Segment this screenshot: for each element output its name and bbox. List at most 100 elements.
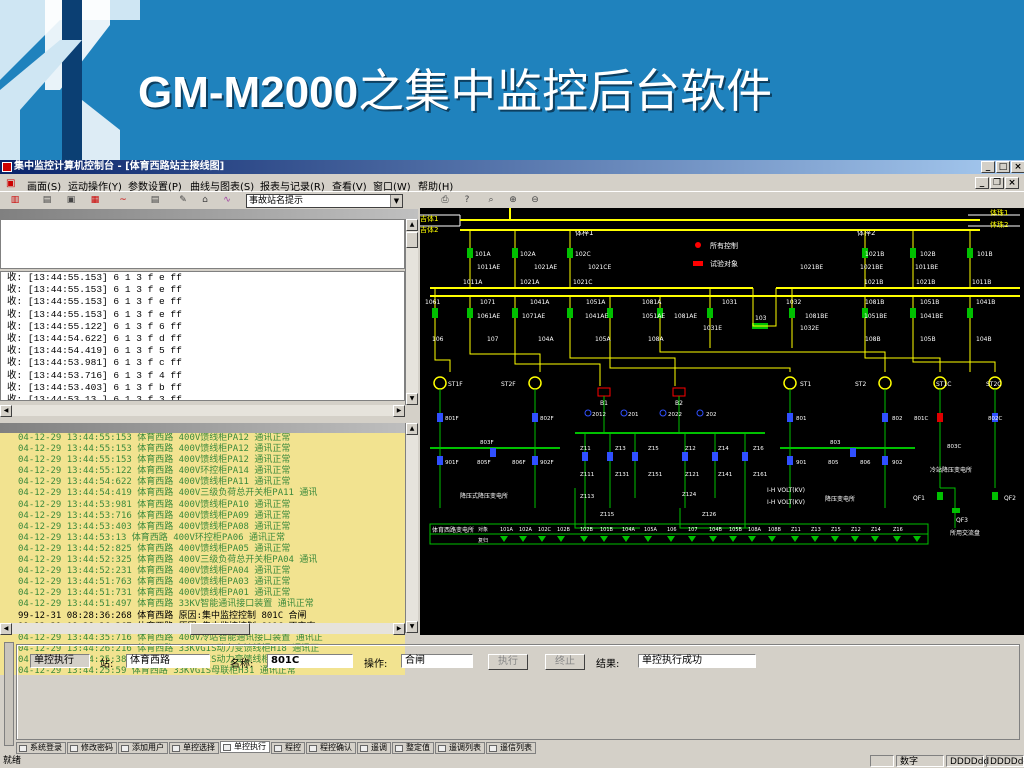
minimize-icon[interactable]: _ — [981, 161, 995, 173]
mid-breaker-label: 1071 — [480, 299, 495, 306]
op-field[interactable]: 合闸 — [401, 654, 473, 668]
scroll-left-icon[interactable]: ◀ — [0, 405, 12, 417]
tab-strip: 系统登录 修改密码 添加用户 单控选择 单控执行 程控 程控确认 遥调 整定值 … — [16, 741, 537, 754]
name-field[interactable]: 801C — [267, 654, 353, 668]
mid-breaker-label: 1081B — [865, 299, 884, 306]
tab-program-confirm[interactable]: 程控确认 — [306, 742, 356, 754]
toolbar-icon-3[interactable]: ▣ — [64, 194, 78, 207]
log-line: 收: [13:44:54.622] 6 1 3 f d ff — [7, 333, 182, 345]
station-field[interactable]: 体育西路 — [126, 654, 210, 668]
dc-feeder-label: Z12 — [685, 446, 696, 452]
table-col: 105A — [644, 527, 658, 533]
lv-breaker-label: 902F — [540, 460, 554, 466]
events-scrollbar[interactable]: ▲ ▼ — [405, 423, 418, 633]
single-line-diagram[interactable]: 吉体1 吉体2 体珠1 体珠2 体梓1 体梓2 所有控制 试验对象 103 10… — [420, 208, 1024, 635]
scroll-thumb[interactable] — [190, 623, 250, 635]
tab-label: 程控确认 — [320, 743, 352, 752]
maximize-icon[interactable]: □ — [996, 161, 1010, 173]
mid-switch-label: 1031E — [703, 325, 722, 332]
menu-window[interactable]: 窗口(W) — [373, 178, 411, 193]
lv-right-label: 806 — [860, 460, 871, 466]
log-line: 收: [13:44:53.403] 6 1 3 f b ff — [7, 381, 182, 393]
menu-params[interactable]: 参数设置(P) — [128, 178, 182, 193]
toolbar-icon-4[interactable]: ▦ — [88, 194, 102, 207]
status-ready: 就绪 — [3, 756, 22, 766]
window-titlebar[interactable]: 集中监控计算机控制台 - [体育西路站主接线图] _ □ × — [0, 160, 1024, 174]
toolbar-icon-8[interactable]: ⌂ — [198, 194, 212, 207]
log-hscrollbar[interactable]: ◀ ▶ — [0, 405, 405, 417]
doc-close-icon[interactable]: × — [1005, 177, 1019, 189]
scroll-right-icon[interactable]: ▶ — [393, 405, 405, 417]
menu-charts[interactable]: 曲线与图表(S) — [190, 178, 254, 193]
tab-add-user[interactable]: 添加用户 — [118, 742, 168, 754]
dc-feeder-label: Z11 — [580, 446, 591, 452]
doc-minimize-icon[interactable]: _ — [975, 177, 989, 189]
result-label: 结果: — [596, 659, 620, 670]
doc-restore-icon[interactable]: ❐ — [990, 177, 1004, 189]
stop-button[interactable]: 终止 — [545, 654, 585, 670]
scroll-right-icon[interactable]: ▶ — [393, 623, 405, 635]
log-panel-titlebar — [0, 209, 418, 219]
tab-login[interactable]: 系统登录 — [16, 742, 66, 754]
tab-setpoint[interactable]: 整定值 — [392, 742, 434, 754]
menu-reports[interactable]: 报表与记录(R) — [260, 178, 325, 193]
print-icon[interactable]: ⎙ — [438, 194, 452, 207]
scroll-up-icon[interactable]: ▲ — [406, 423, 418, 435]
table-col: 107 — [688, 527, 698, 533]
log-line: 收: [13:44:55.153] 6 1 3 f e ff — [7, 284, 182, 296]
doc-icon[interactable]: ▣ — [6, 178, 15, 189]
scroll-thumb[interactable] — [406, 232, 418, 248]
top-switch-label: 1021CE — [588, 264, 611, 271]
tab-label: 遥调 — [371, 743, 387, 752]
event-line: 04-12-29 13:44:53:13 体育西路 400V环控柜PA06 通讯… — [18, 532, 285, 543]
side-strip — [4, 642, 14, 746]
toolbar-icon-5[interactable]: ~ — [116, 194, 130, 207]
menu-help[interactable]: 帮助(H) — [418, 178, 453, 193]
tab-single-exec[interactable]: 单控执行 — [220, 741, 270, 753]
menu-view[interactable]: 查看(V) — [332, 178, 367, 193]
close-icon[interactable]: × — [1011, 161, 1024, 173]
toolbar-icon-6[interactable]: ▤ — [148, 194, 162, 207]
mid-breaker-label: 1041A — [530, 299, 550, 306]
station-combo[interactable]: 事故站名提示 ▼ — [246, 194, 403, 208]
lv-right-label: 803 — [830, 440, 841, 446]
scroll-up-icon[interactable]: ▲ — [406, 219, 418, 231]
tab-single-select[interactable]: 单控选择 — [169, 742, 219, 754]
mid-breaker-label: 1051B — [920, 299, 939, 306]
tab-adjust[interactable]: 遥调 — [357, 742, 391, 754]
title-cn: 之集中监控后台软件 — [358, 64, 773, 118]
chevron-down-icon[interactable]: ▼ — [390, 195, 402, 207]
top-switch2-label: 1011A — [463, 279, 483, 286]
tab-adjust-list[interactable]: 遥调列表 — [435, 742, 485, 754]
top-switch-label: 1011AE — [477, 264, 500, 271]
zoom-in-icon[interactable]: ⊕ — [506, 194, 520, 207]
mid-switch-label: 1041AE — [585, 313, 608, 320]
log-scrollbar[interactable]: ▲ ▼ — [405, 219, 418, 405]
mid-switch2-label: 1032E — [800, 325, 819, 332]
toolbar-icon-9[interactable]: ∿ — [220, 194, 234, 207]
tab-change-password[interactable]: 修改密码 — [67, 742, 117, 754]
lv-right-label: 802C — [988, 416, 1002, 422]
scroll-down-icon[interactable]: ▼ — [406, 621, 418, 633]
toolbar-icon-7[interactable]: ✎ — [176, 194, 190, 207]
toolbar-icon-1[interactable]: ▥ — [8, 194, 22, 207]
help-icon[interactable]: ? — [460, 194, 474, 207]
tab-program[interactable]: 程控 — [271, 742, 305, 754]
tab-signal-list[interactable]: 遥信列表 — [486, 742, 536, 754]
scroll-left-icon[interactable]: ◀ — [0, 623, 12, 635]
zoom-icon[interactable]: ⌕ — [484, 194, 498, 207]
logo-mark — [0, 0, 140, 160]
menu-screen[interactable]: 画面(S) — [27, 178, 61, 193]
legend-remote: 所有控制 — [710, 241, 738, 250]
events-hscrollbar[interactable]: ◀ ▶ — [0, 623, 405, 635]
lv-right-label: 805 — [828, 460, 839, 466]
toolbar-icon-2[interactable]: ▤ — [40, 194, 54, 207]
menu-operate[interactable]: 运动操作(Y) — [68, 178, 122, 193]
breaker-801c-closed[interactable] — [937, 413, 943, 422]
dc-volt-label-1: I-H VOLT(KV) — [767, 487, 805, 494]
zoom-out-icon[interactable]: ⊖ — [528, 194, 542, 207]
event-line: 04-12-29 13:44:54:419 体育西路 400V三级负荷总开关柜P… — [18, 488, 318, 499]
mid-switch-label: 1061AE — [477, 313, 500, 320]
scroll-down-icon[interactable]: ▼ — [406, 393, 418, 405]
execute-button[interactable]: 执行 — [488, 654, 528, 670]
